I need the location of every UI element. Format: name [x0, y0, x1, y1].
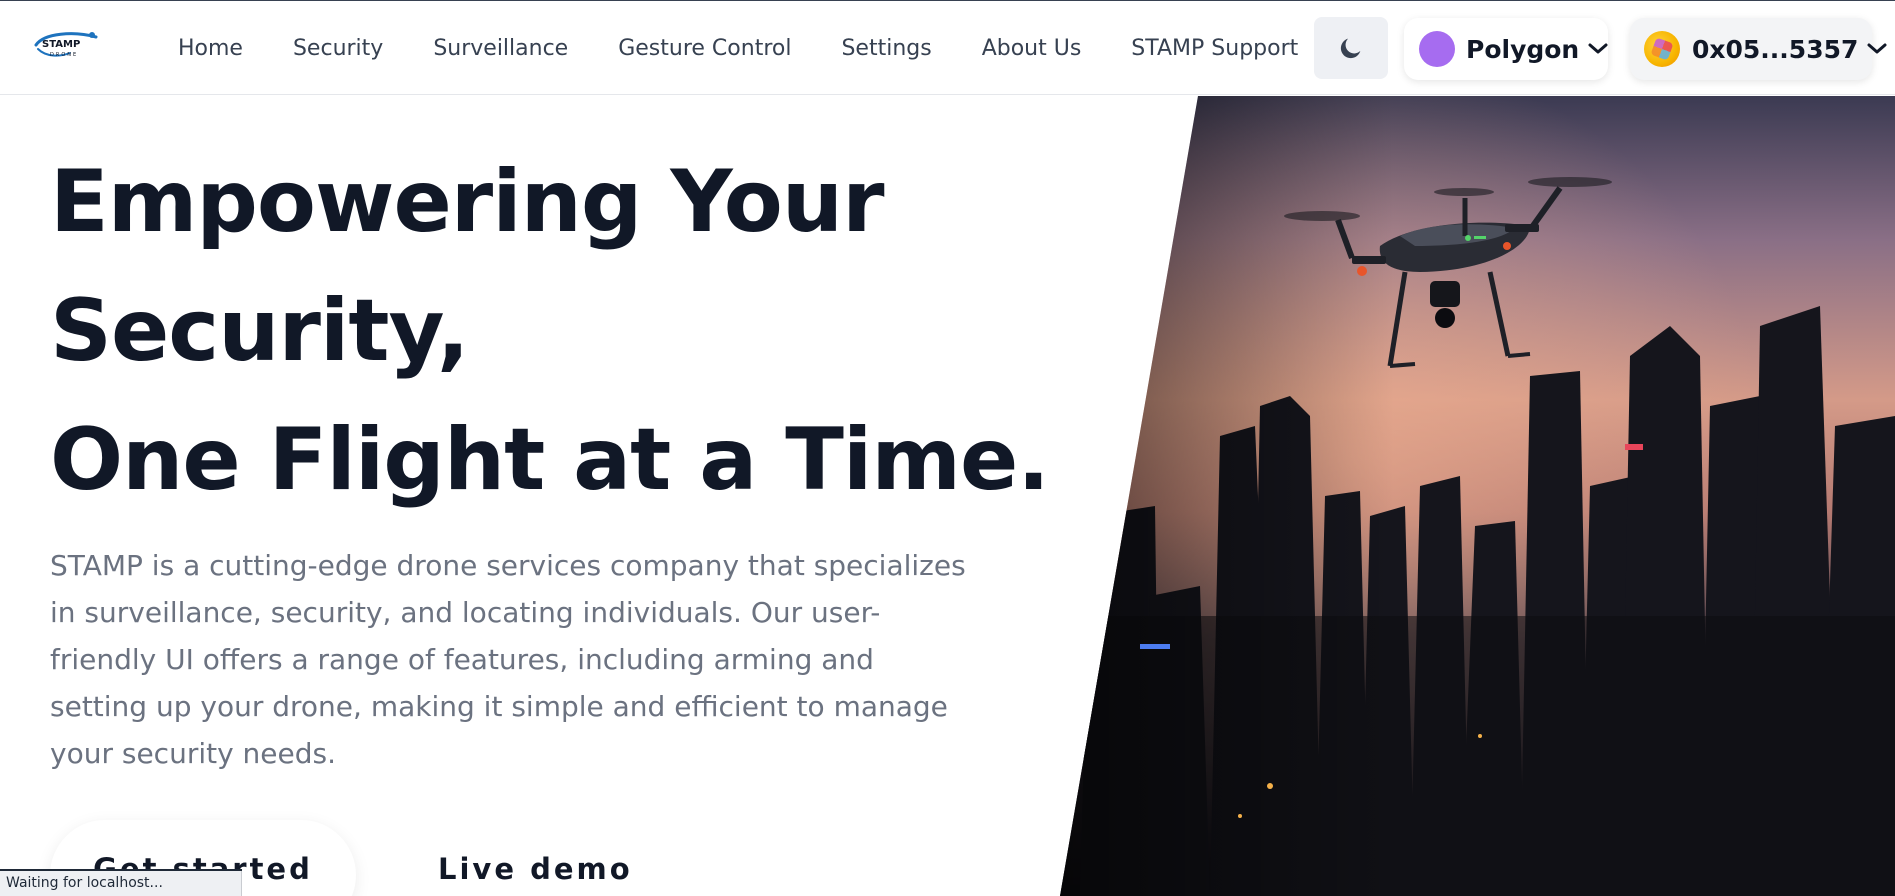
polygon-network-icon	[1419, 31, 1455, 67]
nav-gesture-control[interactable]: Gesture Control	[618, 36, 791, 61]
hero-description: STAMP is a cutting-edge drone services c…	[50, 549, 966, 770]
moon-icon	[1340, 38, 1361, 59]
browser-status-bar: Waiting for localhost...	[0, 869, 242, 896]
wallet-account-button[interactable]: 0x05...5357	[1630, 18, 1887, 80]
drone-logo-icon: STAMP DRONE	[34, 32, 98, 58]
nav-settings[interactable]: Settings	[841, 36, 931, 61]
hero-title: Empowering Your Security, One Flight at …	[50, 138, 1050, 525]
nav-home[interactable]: Home	[178, 36, 243, 61]
hero-title-line-1: Empowering Your	[50, 152, 885, 252]
chevron-down-icon	[1867, 43, 1887, 54]
stamp-drone-logo[interactable]: STAMP DRONE	[30, 27, 102, 63]
site-header: STAMP DRONE Home Security Surveillance G…	[0, 1, 1895, 95]
hero-title-line-3: One Flight at a Time.	[50, 410, 1050, 510]
chevron-down-icon	[1588, 43, 1608, 54]
wallet-avatar	[1644, 31, 1680, 67]
nav-security[interactable]: Security	[293, 36, 383, 61]
drone-over-city-skyline-image	[1060, 96, 1895, 896]
hero-heading-block: Empowering Your Security, One Flight at …	[50, 138, 1050, 525]
hero-title-line-2: Security,	[50, 281, 470, 381]
network-label: Polygon	[1466, 34, 1580, 64]
logo-text: STAMP	[42, 39, 80, 50]
nav-about-us[interactable]: About Us	[982, 36, 1082, 61]
network-selector-button[interactable]: Polygon	[1404, 18, 1608, 80]
page: STAMP DRONE Home Security Surveillance G…	[0, 0, 1895, 896]
nav-surveillance[interactable]: Surveillance	[433, 36, 568, 61]
theme-toggle-button[interactable]	[1314, 17, 1388, 79]
hero-image	[1060, 96, 1895, 896]
live-demo-link[interactable]: Live demo	[438, 852, 633, 886]
logo-subtext: DRONE	[50, 52, 78, 58]
main-navigation: Home Security Surveillance Gesture Contr…	[178, 1, 1348, 95]
nav-stamp-support[interactable]: STAMP Support	[1131, 36, 1298, 61]
wallet-address: 0x05...5357	[1692, 34, 1859, 64]
